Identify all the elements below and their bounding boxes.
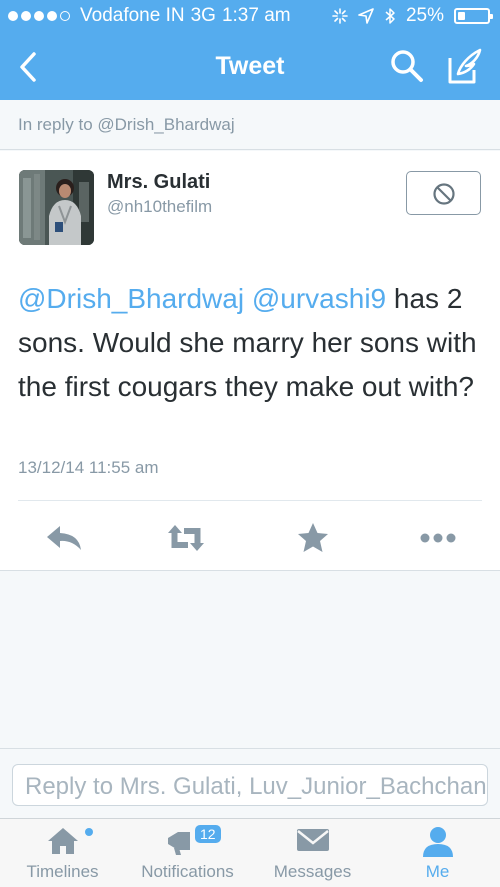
page-title: Tweet xyxy=(215,52,285,80)
tweet-text: @Drish_Bhardwaj @urvashi9 has 2 sons. Wo… xyxy=(18,277,488,409)
tab-label: Timelines xyxy=(26,862,99,881)
mention-link[interactable]: @Drish_Bhardwaj xyxy=(18,283,244,314)
battery-level-fill xyxy=(458,12,465,20)
reply-context: In reply to @Drish_Bhardwaj xyxy=(0,100,500,150)
tab-timelines[interactable]: Timelines xyxy=(0,819,125,887)
tab-notifications[interactable]: 12 Notifications xyxy=(125,819,250,887)
tab-messages[interactable]: Messages xyxy=(250,819,375,887)
envelope-icon xyxy=(296,829,329,851)
network-type: 3G xyxy=(190,5,216,26)
block-button[interactable] xyxy=(406,171,481,215)
mention-link[interactable]: @urvashi9 xyxy=(252,283,386,314)
battery-percent: 25% xyxy=(405,5,444,26)
person-icon xyxy=(422,827,453,857)
status-left: Vodafone IN 3G 1:37 am xyxy=(8,5,291,27)
reply-input[interactable]: Reply to Mrs. Gulati, Luv_Junior_Bachcha… xyxy=(12,764,488,806)
tab-me[interactable]: Me xyxy=(375,819,500,887)
avatar-photo xyxy=(19,170,94,245)
tab-label: Notifications xyxy=(141,862,234,881)
activity-icon xyxy=(332,8,348,24)
reply-input-placeholder: Reply to Mrs. Gulati, Luv_Junior_Bachcha… xyxy=(25,773,487,800)
notifications-badge: 12 xyxy=(195,825,221,843)
avatar[interactable] xyxy=(19,170,94,245)
bluetooth-icon xyxy=(385,8,395,24)
divider xyxy=(18,500,482,501)
user-handle[interactable]: @nh10thefilm xyxy=(107,197,212,217)
status-bar: Vodafone IN 3G 1:37 am 25% xyxy=(0,0,500,32)
status-right: 25% xyxy=(332,5,493,27)
location-icon xyxy=(358,8,374,24)
battery-icon xyxy=(454,8,493,24)
reply-compose-bar: Reply to Mrs. Gulati, Luv_Junior_Bachcha… xyxy=(0,748,500,818)
clock: 1:37 am xyxy=(221,5,291,26)
retweet-icon[interactable] xyxy=(166,522,206,554)
reply-icon[interactable] xyxy=(44,522,84,554)
tab-bar: Timelines 12 Notifications Messages Me xyxy=(0,818,500,887)
tweet-card: Mrs. Gulati @nh10thefilm @Drish_Bhardwaj… xyxy=(0,151,500,571)
tab-label: Messages xyxy=(273,862,352,881)
signal-strength-icon xyxy=(8,11,70,21)
user-name[interactable]: Mrs. Gulati xyxy=(107,171,210,194)
reply-context-text[interactable]: In reply to @Drish_Bhardwaj xyxy=(18,115,235,135)
more-options-icon[interactable] xyxy=(418,522,458,554)
block-icon xyxy=(433,183,455,205)
notifications-icon xyxy=(168,832,191,855)
unread-dot xyxy=(85,828,93,836)
tweet-timestamp: 13/12/14 11:55 am xyxy=(18,458,159,477)
favorite-star-icon[interactable] xyxy=(293,522,333,554)
navigation-bar: Tweet xyxy=(0,32,500,100)
search-icon[interactable] xyxy=(389,48,425,84)
carrier-name: Vodafone IN xyxy=(80,5,185,26)
home-icon xyxy=(47,828,78,854)
compose-icon[interactable] xyxy=(444,46,484,86)
tab-label: Me xyxy=(425,862,450,881)
